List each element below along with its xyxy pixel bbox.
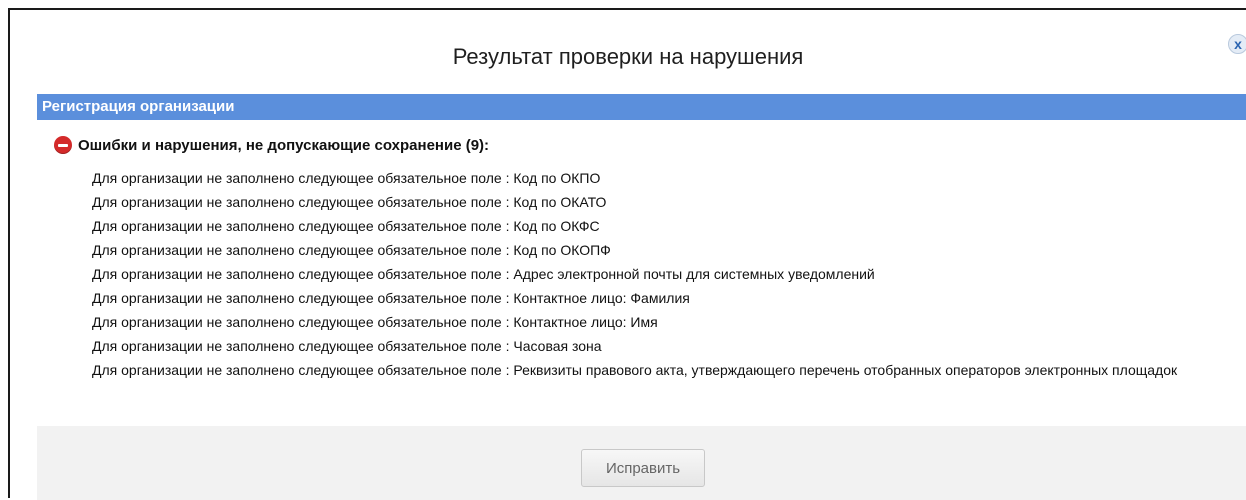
error-item: Для организации не заполнено следующее о… [92, 170, 601, 186]
errors-heading: Ошибки и нарушения, не допускающие сохра… [54, 136, 489, 154]
dialog-footer: Исправить [37, 426, 1246, 500]
error-item: Для организации не заполнено следующее о… [92, 338, 602, 354]
error-item: Для организации не заполнено следующее о… [92, 194, 607, 210]
errors-heading-label: Ошибки и нарушения, не допускающие сохра… [78, 136, 490, 154]
dialog-title: Результат проверки на нарушения [452, 44, 804, 69]
validation-dialog: x Результат проверки на нарушения Регист… [8, 8, 1246, 500]
fix-button[interactable]: Исправить [581, 449, 705, 487]
error-item: Для организации не заполнено следующее о… [92, 242, 611, 258]
error-item: Для организации не заполнено следующее о… [92, 218, 600, 234]
error-item: Для организации не заполнено следующее о… [92, 362, 1178, 378]
error-item: Для организации не заполнено следующее о… [92, 266, 875, 282]
section-header: Регистрация организации [37, 94, 1246, 120]
error-item: Для организации не заполнено следующее о… [92, 290, 690, 306]
error-item: Для организации не заполнено следующее о… [92, 314, 658, 330]
errors-list: Для организации не заполнено следующее о… [92, 169, 1222, 385]
stop-icon [54, 136, 72, 154]
